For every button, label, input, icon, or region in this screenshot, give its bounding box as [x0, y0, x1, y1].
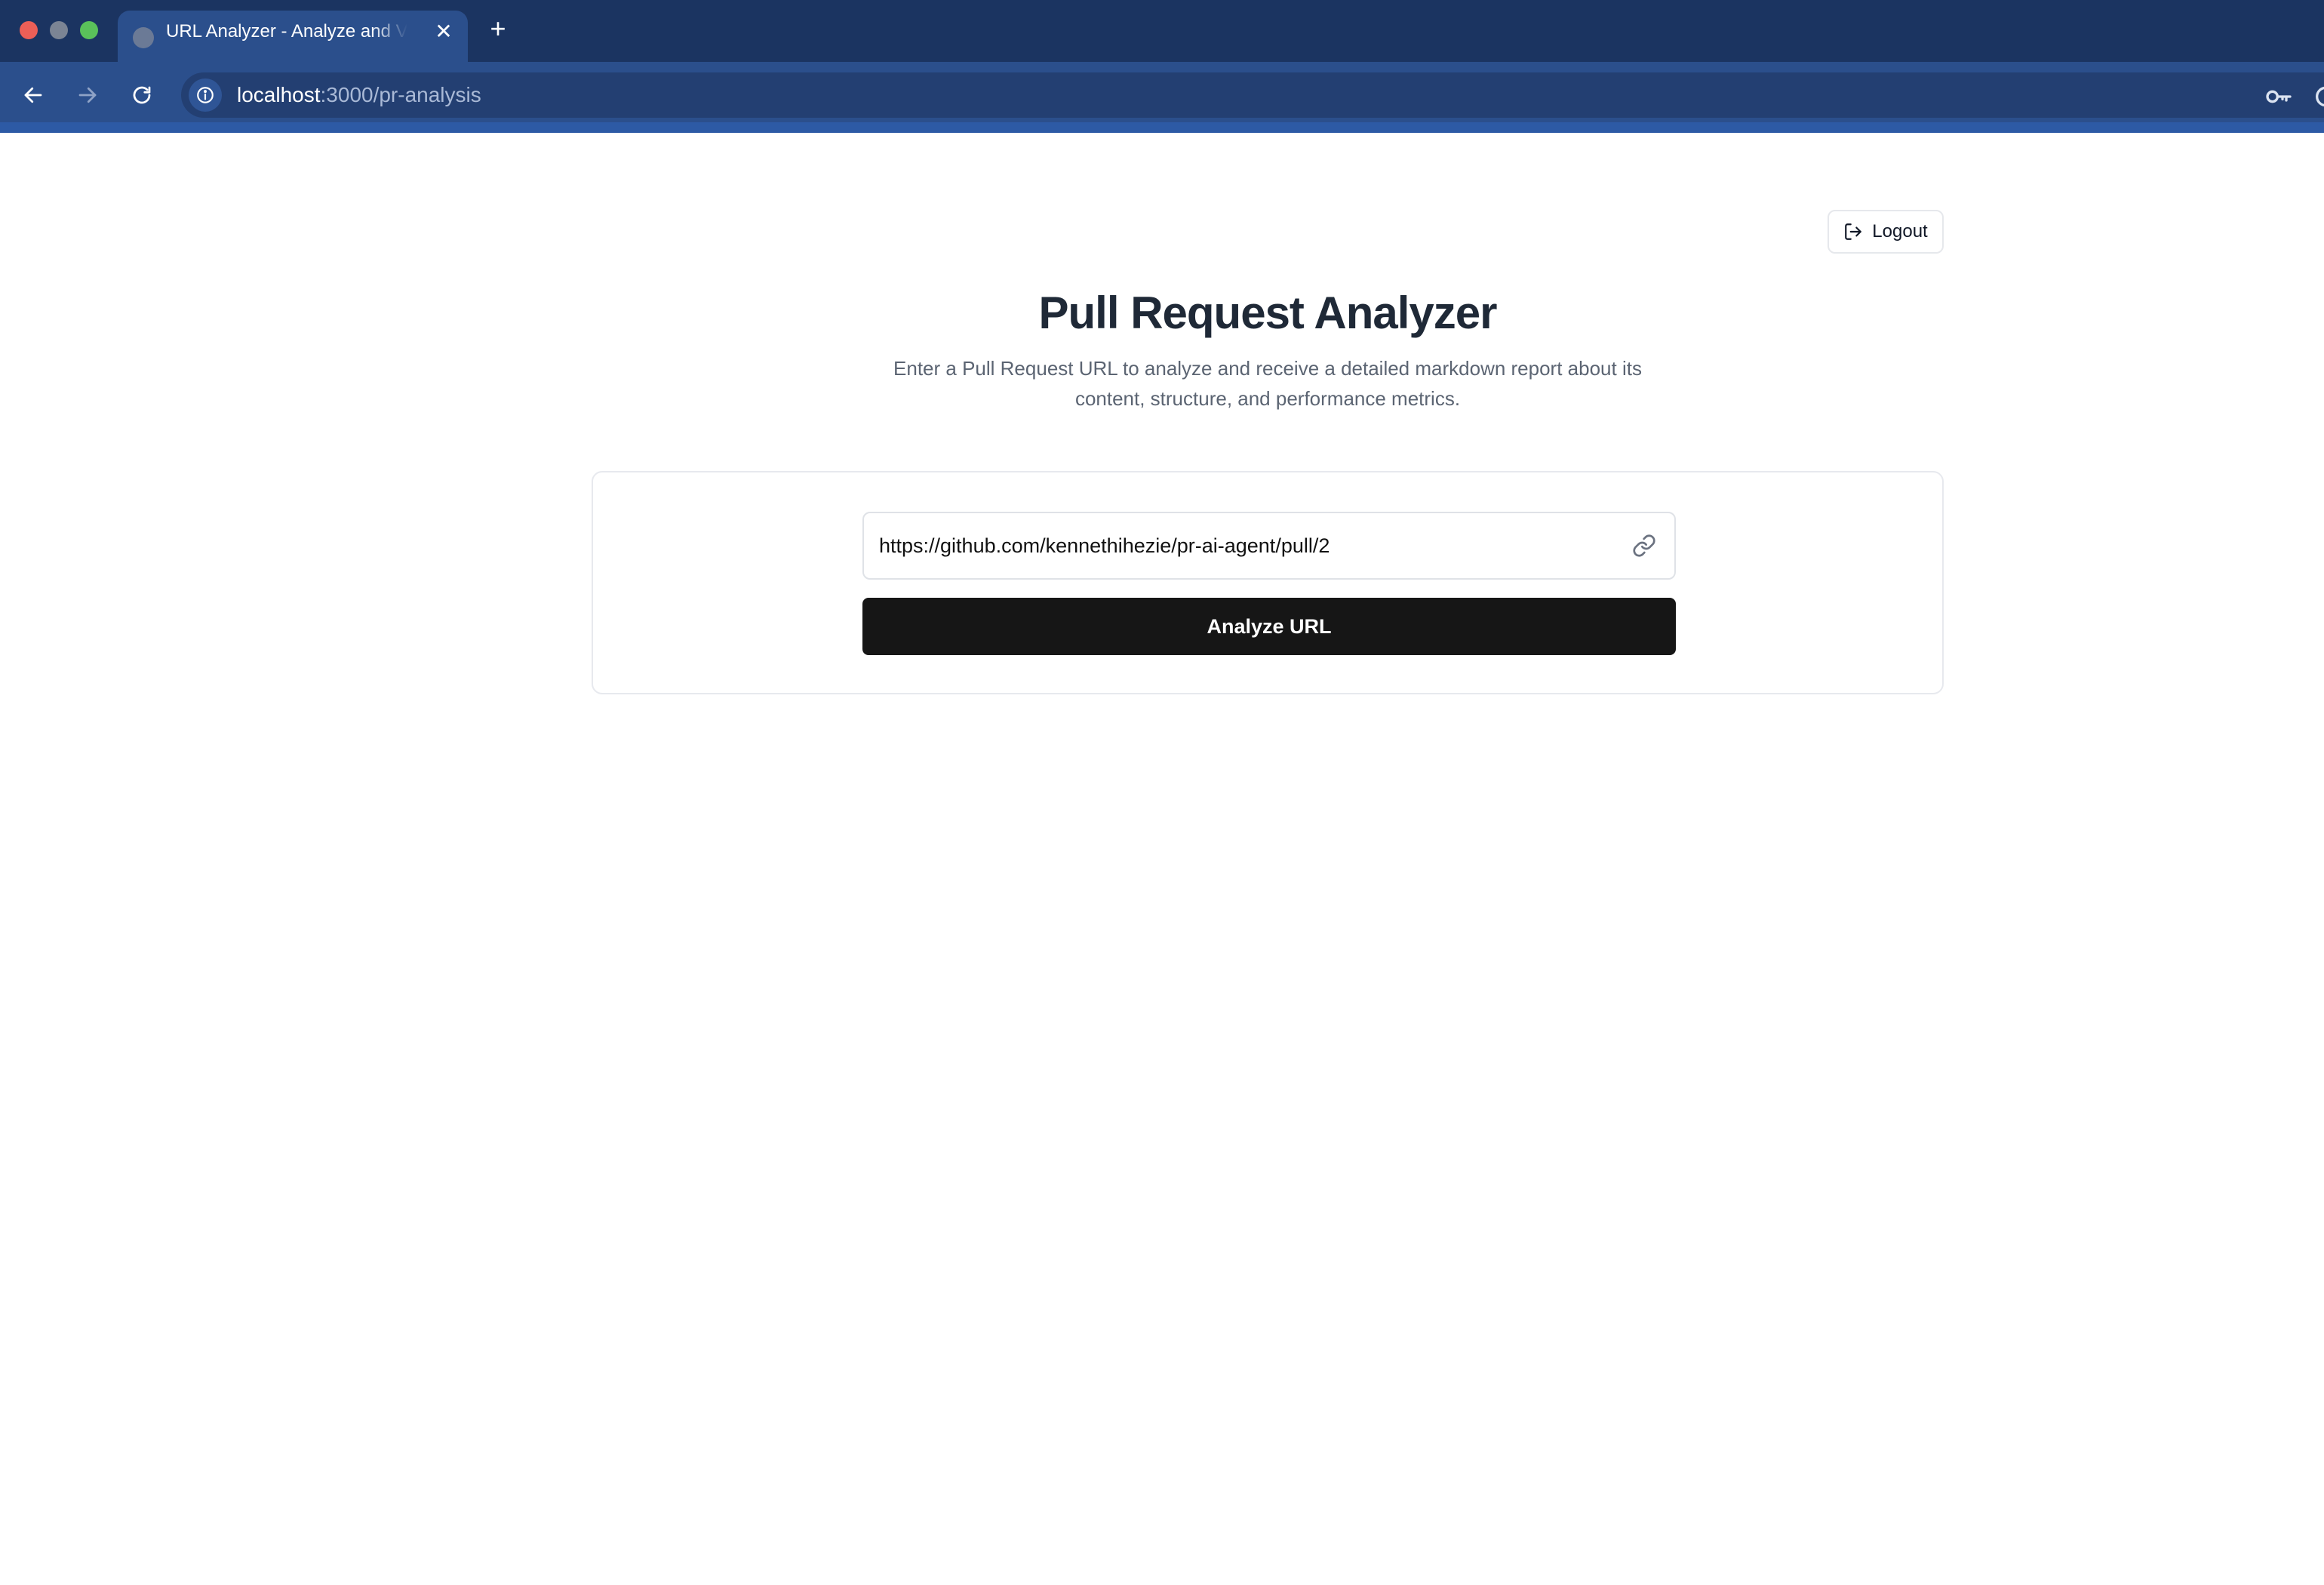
key-icon[interactable] [2264, 82, 2294, 112]
globe-icon [133, 27, 154, 48]
maximize-window-button[interactable] [80, 21, 98, 39]
analyze-form-card: Analyze URL [592, 471, 1944, 694]
close-window-button[interactable] [20, 21, 38, 39]
address-bar[interactable]: localhost:3000/pr-analysis [181, 72, 2324, 118]
tab-close-icon[interactable]: ✕ [432, 20, 456, 44]
browser-tab-strip: URL Analyzer - Analyze and Visualize ✕ + [0, 0, 2324, 62]
browser-tab-active[interactable]: URL Analyzer - Analyze and Visualize ✕ [118, 11, 468, 62]
reload-button[interactable] [125, 78, 158, 112]
arrow-left-icon [24, 87, 42, 103]
analyze-url-button[interactable]: Analyze URL [862, 598, 1676, 655]
page-title: Pull Request Analyzer [1038, 288, 1498, 338]
address-host: localhost [237, 83, 321, 106]
toolbar-accent-strip [0, 122, 2324, 133]
profile-icon[interactable] [2312, 82, 2324, 112]
url-field[interactable] [862, 512, 1676, 580]
page-subtitle: Enter a Pull Request URL to analyze and … [893, 357, 1642, 410]
address-url: localhost:3000/pr-analysis [237, 72, 481, 118]
pr-url-input[interactable] [879, 513, 1618, 578]
forward-button[interactable] [71, 78, 104, 112]
arrow-right-icon [78, 87, 97, 103]
new-tab-button[interactable]: + [486, 14, 510, 44]
logout-icon [1845, 223, 1862, 240]
logout-button[interactable]: Logout [1828, 210, 1944, 254]
tab-title: URL Analyzer - Analyze and Visualize [166, 21, 407, 42]
back-button[interactable] [17, 78, 50, 112]
minimize-window-button[interactable] [50, 21, 68, 39]
link-icon [1633, 534, 1655, 557]
reload-icon [133, 86, 151, 104]
address-path: :3000/pr-analysis [320, 83, 481, 106]
logout-label: Logout [1872, 221, 1928, 242]
site-info-icon[interactable] [189, 78, 222, 112]
